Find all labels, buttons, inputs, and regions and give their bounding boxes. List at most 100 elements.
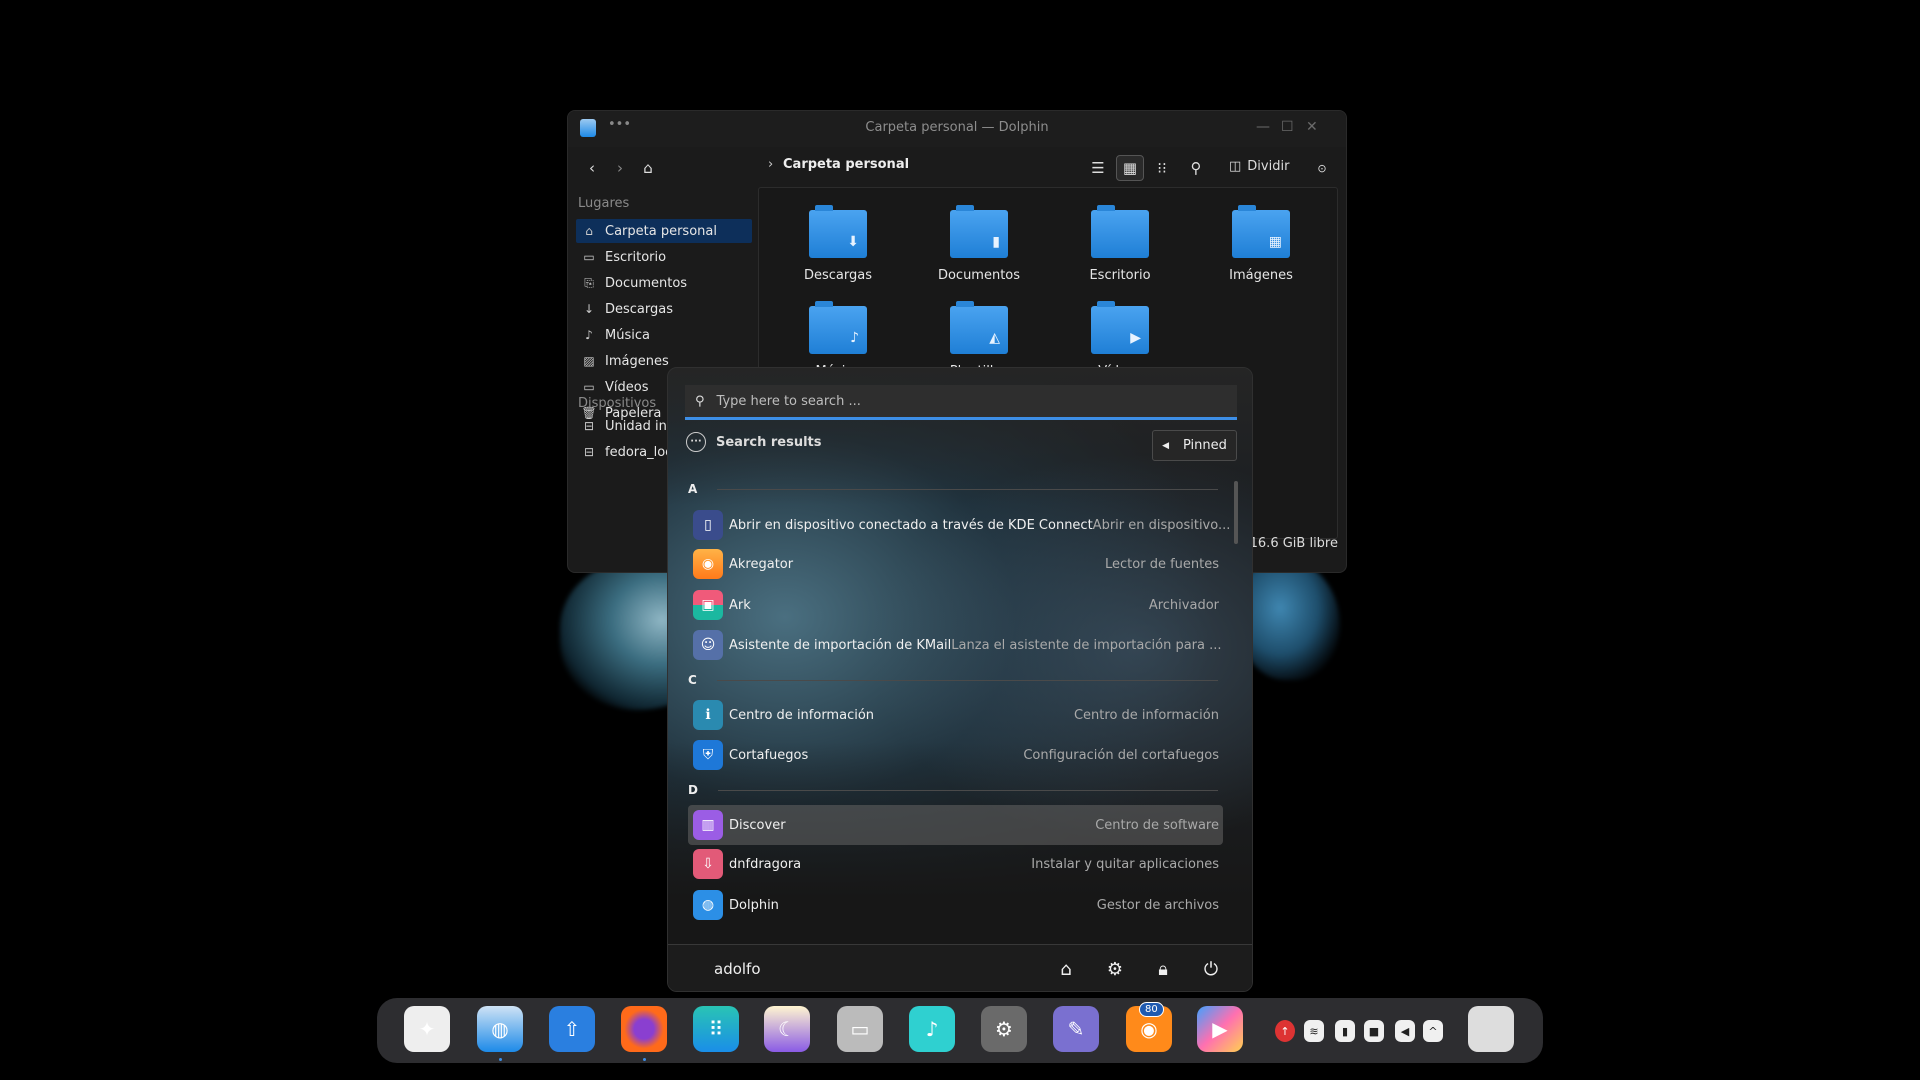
terminal-icon[interactable]: ▭ (837, 1006, 883, 1052)
app-item[interactable]: ◉ Akregator Lector de fuentes (688, 544, 1223, 584)
app-icon: ℹ (693, 700, 723, 730)
section-header: A (688, 481, 1218, 497)
home-icon[interactable]: ⌂ (1052, 955, 1080, 983)
maximize-icon[interactable]: ☐ (1281, 119, 1294, 135)
split-button[interactable]: ◫ Dividir (1229, 159, 1289, 174)
pinned-button[interactable]: ◀ Pinned (1152, 430, 1237, 461)
app-launcher-icon[interactable]: ✦ (404, 1006, 450, 1052)
search-icon: ⚲ (695, 393, 705, 409)
chevron-left-icon: ◀ (1162, 440, 1169, 451)
app-item[interactable]: ▣ Ark Archivador (688, 585, 1223, 625)
firefox-icon[interactable] (621, 1006, 667, 1052)
folder-icon: ▮ (950, 205, 1008, 258)
app-item[interactable]: ◍ Dolphin Gestor de archivos (688, 885, 1223, 925)
desktop-icon: ▭ (583, 250, 595, 264)
app-item[interactable]: ⇩ dnfdragora Instalar y quitar aplicacione… (688, 844, 1223, 884)
places-header: Lugares (578, 196, 630, 211)
app-icon: ▯ (693, 510, 723, 540)
folder-item[interactable]: ⬇ Descargas (778, 205, 898, 283)
gallery-icon[interactable]: ☾ (764, 1006, 810, 1052)
more-icon: ··· (686, 432, 706, 452)
volume-icon[interactable]: ◀ (1395, 1020, 1415, 1042)
sidebar-item-0[interactable]: ⌂ Carpeta personal (576, 219, 752, 243)
expand-tray-icon[interactable]: ^ (1423, 1020, 1443, 1042)
feeds-tray-icon[interactable]: ≋ (1304, 1020, 1324, 1042)
settings-icon[interactable]: ⚙ (1101, 955, 1129, 983)
trash-icon[interactable] (1468, 1006, 1514, 1052)
close-icon[interactable]: ✕ (1306, 119, 1318, 135)
folder-item[interactable]: ▮ Documentos (919, 205, 1039, 283)
minimize-icon[interactable]: — (1256, 119, 1270, 135)
folder-icon: ◭ (950, 301, 1008, 354)
app-item[interactable]: ℹ Centro de información Centro de informac… (688, 695, 1223, 735)
breadcrumb[interactable]: Carpeta personal (783, 157, 909, 172)
sidebar-item-4[interactable]: ♪ Música (576, 323, 752, 347)
more-options-button[interactable]: ⊙ (1308, 155, 1336, 181)
app-icon: ⛨ (693, 740, 723, 770)
folder-icon: ▶ (1091, 301, 1149, 354)
app-item[interactable]: ▥ Discover Centro de software (688, 805, 1223, 845)
search-button[interactable]: ⚲ (1182, 155, 1210, 181)
search-input[interactable]: ⚲ Type here to search ... (685, 385, 1237, 420)
lock-icon[interactable]: 🔒︎ (1149, 955, 1177, 983)
music-icon: ♪ (585, 328, 593, 342)
video-icon: ▭ (583, 380, 595, 394)
forward-button[interactable]: › (606, 155, 634, 181)
details-view-button[interactable]: ☰ (1084, 155, 1112, 181)
discover-icon[interactable]: ⇧ (549, 1006, 595, 1052)
drive-icon: ⊟ (583, 419, 595, 433)
free-space-status: 16.6 GiB libre (1249, 536, 1338, 551)
devices-header: Dispositivos (578, 396, 657, 411)
folder-icon: ▦ (1232, 205, 1290, 258)
dock: ✦ ◍ ⇧ ⠿ ☾ ▭ ♪ ⚙ ✎ ◉ ▶ 80 ↑ ≋ ▮ ■ ◀ ^ (377, 998, 1543, 1063)
scrollbar[interactable] (1234, 481, 1238, 544)
app-icon: ☺ (693, 630, 723, 660)
compact-view-button[interactable]: ⁝⁝ (1148, 155, 1176, 181)
media-icon[interactable]: ▶ (1197, 1006, 1243, 1052)
sidebar-item-2[interactable]: ⎘ Documentos (576, 271, 752, 295)
sidebar-item-1[interactable]: ▭ Escritorio (576, 245, 752, 269)
documents-icon: ⎘ (584, 275, 594, 290)
window-title: Carpeta personal — Dolphin (865, 120, 1049, 135)
settings-icon[interactable]: ⚙ (981, 1006, 1027, 1052)
battery-icon[interactable]: ▮ (1335, 1020, 1355, 1042)
app-item[interactable]: ⛨ Cortafuegos Configuración del cortafuego… (688, 735, 1223, 775)
app-icon: ◍ (693, 890, 723, 920)
launcher-footer: adolfo ⌂ ⚙ 🔒︎ ⏻ (668, 944, 1252, 991)
image-icon: ▨ (583, 354, 595, 368)
folder-icon: ⬇ (809, 205, 867, 258)
application-launcher: ⚲ Type here to search ... ··· Search resul… (667, 367, 1253, 992)
running-indicator-firefox (643, 1058, 646, 1061)
folder-icon: ♪ (809, 301, 867, 354)
drive-icon: ⊟ (583, 445, 595, 459)
back-button[interactable]: ‹ (578, 155, 606, 181)
user-name: adolfo (714, 960, 761, 978)
app-icon: ▥ (693, 810, 723, 840)
search-results-header: ··· Search results (686, 432, 821, 452)
app-icon: ⇩ (693, 849, 723, 879)
power-icon[interactable]: ⏻ (1197, 955, 1225, 983)
dolphin-icon[interactable]: ◍ (477, 1006, 523, 1052)
display-icon[interactable]: ■ (1364, 1020, 1384, 1042)
folder-item[interactable]: Escritorio (1060, 205, 1180, 283)
folder-icon (1091, 205, 1149, 258)
breadcrumb-chevron-icon: › (768, 157, 774, 172)
sidebar-item-3[interactable]: ↓ Descargas (576, 297, 752, 321)
calculator-icon[interactable]: ⠿ (693, 1006, 739, 1052)
home-icon: ⌂ (585, 224, 593, 238)
icons-view-button[interactable]: ▦ (1116, 155, 1144, 181)
update-icon[interactable]: ↑ (1275, 1020, 1295, 1042)
split-icon: ◫ (1229, 159, 1242, 174)
section-header: C (688, 672, 1218, 688)
unread-badge: 80 (1139, 1002, 1164, 1017)
music-player-icon[interactable]: ♪ (909, 1006, 955, 1052)
folder-item[interactable]: ▦ Imágenes (1201, 205, 1321, 283)
app-icon: ◉ (693, 549, 723, 579)
wallpaper-fish-head (1240, 560, 1340, 680)
text-editor-icon[interactable]: ✎ (1053, 1006, 1099, 1052)
app-item[interactable]: ▯ Abrir en dispositivo conectado a través… (688, 505, 1230, 545)
home-button[interactable]: ⌂ (634, 155, 662, 181)
app-item[interactable]: ☺ Asistente de importación de KMail Lanza … (688, 625, 1223, 665)
app-icon: ▣ (693, 590, 723, 620)
titlebar: ••• Carpeta personal — Dolphin — ☐ ✕ (568, 111, 1346, 147)
